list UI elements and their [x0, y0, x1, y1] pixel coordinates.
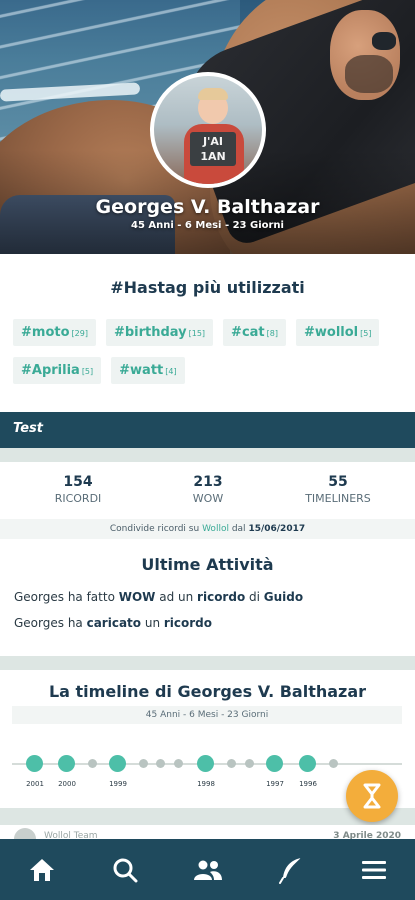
timeline-subtitle: 45 Anni - 6 Mesi - 23 Giorni — [12, 706, 402, 724]
hashtag-count: [5] — [360, 329, 372, 338]
timeline-year-dot[interactable] — [197, 755, 214, 772]
since-date: 15/06/2017 — [248, 524, 306, 534]
avatar-sign: J'AI 1AN — [190, 132, 236, 166]
hashtag-count: [4] — [165, 367, 177, 376]
hashtag-count: [15] — [188, 329, 206, 338]
divider — [0, 656, 415, 670]
search-icon — [113, 858, 137, 882]
nav-feather[interactable] — [249, 839, 332, 900]
cover-person-glasses — [372, 32, 396, 50]
wollol-logo-icon — [363, 783, 381, 809]
timeline-minor-dot — [88, 759, 97, 768]
hashtag-label: #birthday — [113, 325, 187, 340]
member-since: Condivide ricordi su Wollol dal 15/06/20… — [0, 519, 415, 539]
activities-title: Ultime Attività — [141, 555, 274, 574]
brand-link[interactable]: Wollol — [202, 524, 229, 534]
next-post-peek[interactable]: Wollol Team 3 Aprile 2020 — [0, 825, 415, 839]
home-icon — [29, 858, 54, 881]
section-label: Test — [13, 421, 43, 436]
timeline-minor-dot — [139, 759, 148, 768]
hashtag-chip[interactable]: #wollol [5] — [295, 319, 380, 346]
stat-ricordi[interactable]: 154 RICORDI — [18, 474, 138, 505]
hashtag-chip[interactable]: #birthday [15] — [105, 319, 214, 346]
post-date: 3 Aprile 2020 — [333, 831, 401, 839]
wollol-fab-button[interactable] — [346, 770, 398, 822]
hashtag-chip[interactable]: #Aprilia [5] — [13, 357, 102, 384]
people-icon — [193, 860, 222, 880]
nav-home[interactable] — [0, 839, 83, 900]
hashtags-title: #Hastag più utilizzati — [110, 278, 305, 297]
nav-search[interactable] — [83, 839, 166, 900]
timeline-minor-dot — [245, 759, 254, 768]
hashtag-chip[interactable]: #moto [29] — [13, 319, 96, 346]
hashtag-label: #moto — [21, 325, 70, 340]
section-bar: Test — [0, 412, 415, 448]
hashtag-label: #wollol — [303, 325, 359, 340]
timeline-year-dot[interactable] — [299, 755, 316, 772]
hashtag-count: [29] — [71, 329, 88, 338]
hashtag-count: [8] — [266, 329, 278, 338]
stat-label: TIMELINERS — [305, 492, 371, 505]
profile-age: 45 Anni - 6 Mesi - 23 Giorni — [131, 220, 284, 231]
timeline-minor-dot — [156, 759, 165, 768]
bottom-nav — [0, 839, 415, 900]
stat-value: 213 — [193, 474, 223, 490]
cover-person-beard — [345, 55, 393, 93]
timeline-year-label: 1999 — [109, 780, 127, 788]
stat-label: RICORDI — [54, 492, 102, 505]
timeline-title: La timeline di Georges V. Balthazar — [48, 682, 367, 701]
timeline-minor-dot — [329, 759, 338, 768]
timeline-year-dot[interactable] — [58, 755, 75, 772]
stat-label: WOW — [192, 492, 224, 505]
stat-value: 154 — [63, 474, 93, 490]
menu-icon — [361, 860, 386, 879]
profile-avatar[interactable]: J'AI 1AN — [150, 72, 266, 188]
post-author-avatar — [14, 828, 36, 839]
divider — [0, 448, 415, 462]
timeline-year-label: 2000 — [58, 780, 76, 788]
timeline-year-dot[interactable] — [266, 755, 283, 772]
hashtag-label: #cat — [231, 325, 265, 340]
since-middle: dal — [231, 524, 246, 534]
timeline-year-dot[interactable] — [109, 755, 126, 772]
timeline-year-label: 1998 — [197, 780, 215, 788]
hashtag-chip[interactable]: #cat [8] — [223, 319, 286, 346]
timeline-minor-dot — [174, 759, 183, 768]
profile-name: Georges V. Balthazar — [95, 196, 320, 218]
feather-icon — [278, 857, 302, 884]
nav-people[interactable] — [166, 839, 249, 900]
post-author-name: Wollol Team — [44, 831, 98, 839]
activity-item[interactable]: Georges ha caricato un ricordo — [14, 616, 212, 630]
activity-item[interactable]: Georges ha fatto WOW ad un ricordo di Gu… — [14, 590, 303, 604]
since-prefix: Condivide ricordi su — [109, 524, 200, 534]
nav-menu[interactable] — [332, 839, 415, 900]
stat-value: 55 — [328, 474, 348, 490]
timeline-minor-dot — [227, 759, 236, 768]
timeline-year-dot[interactable] — [26, 755, 43, 772]
timeline-year-label: 1997 — [266, 780, 284, 788]
stat-timeliners[interactable]: 55 TIMELINERS — [278, 474, 398, 505]
hashtag-label: #Aprilia — [21, 363, 80, 378]
stat-wow[interactable]: 213 WOW — [148, 474, 268, 505]
timeline-year-label: 2001 — [26, 780, 44, 788]
profile-stats: 154 RICORDI 213 WOW 55 TIMELINERS — [0, 474, 415, 510]
hashtag-chip[interactable]: #watt [4] — [111, 357, 185, 384]
hashtag-label: #watt — [119, 363, 164, 378]
timeline-year-label: 1996 — [299, 780, 317, 788]
hashtag-list: #moto [29] #birthday [15] #cat [8] #wollol[… — [13, 319, 408, 384]
hashtag-count: [5] — [81, 367, 94, 376]
